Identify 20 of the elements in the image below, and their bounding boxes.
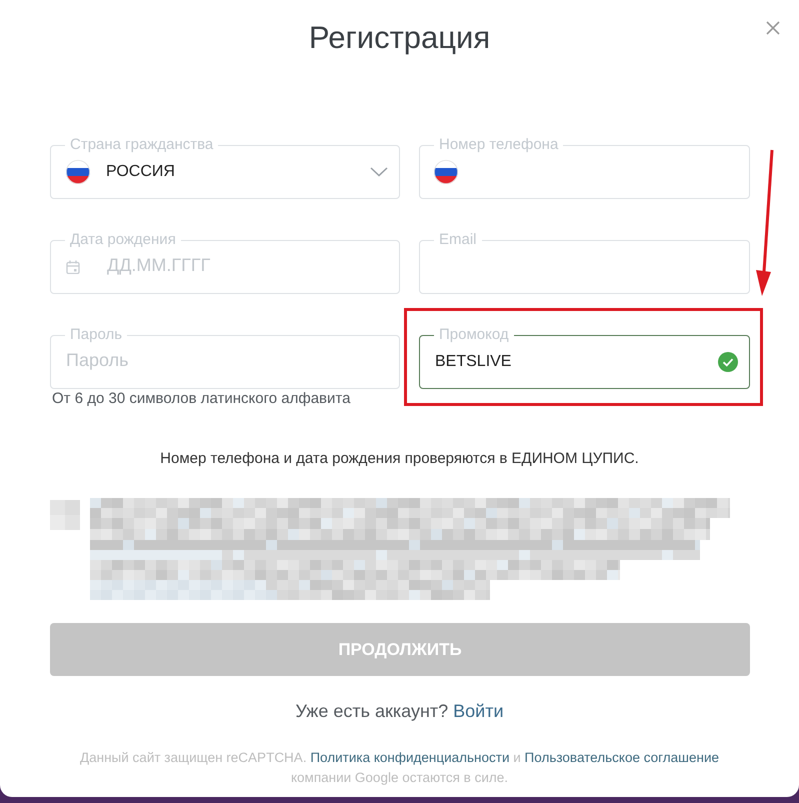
field-label: Промокод <box>434 327 514 343</box>
field-label: Номер телефона <box>434 137 564 153</box>
footer-link[interactable]: Политика конфиденциальности <box>310 750 510 765</box>
field-label: Страна гражданства <box>65 137 218 153</box>
dialog-title: Регистрация <box>308 20 490 56</box>
recaptcha-notice: Данный сайт защищен reCAPTCHA. Политика конфиденциальности и Пользовательское соглашение компании Google остаются в силе. <box>79 749 720 787</box>
field-hint: От 6 до 30 символов латинского алфавита <box>51 391 352 407</box>
login-prompt: Уже есть аккаунт? Войти <box>294 701 505 721</box>
field-label: Дата рождения <box>65 232 181 248</box>
flag-icon <box>434 160 458 184</box>
chevron-icon <box>370 167 388 177</box>
close-button[interactable] <box>766 21 780 35</box>
notice-text: Номер телефона и дата рождения проверяются в ЕДИНОМ ЦУПИС. <box>159 450 640 467</box>
footer-link[interactable]: Пользовательское соглашение <box>524 750 719 765</box>
close-icon <box>766 21 780 35</box>
field-label: Пароль <box>65 327 128 343</box>
calendar-icon <box>66 260 80 274</box>
login-link[interactable]: Войти <box>453 701 504 721</box>
check-icon <box>718 352 738 372</box>
flag-icon <box>66 160 90 184</box>
